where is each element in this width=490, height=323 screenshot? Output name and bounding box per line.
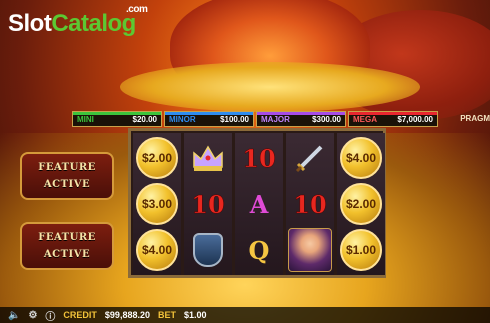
- jackpot-name: MEGA: [353, 114, 377, 124]
- jackpot-major: MAJOR $300.00: [256, 111, 346, 127]
- reel-grid: $2.00 $3.00 $4.00 10 10 A Q 10 $4.00 $2.…: [128, 128, 386, 278]
- ten-symbol: 10: [242, 143, 276, 173]
- reel-1: $2.00 $3.00 $4.00: [133, 133, 181, 275]
- jackpot-value: $7,000.00: [397, 114, 433, 124]
- cell: $1.00: [337, 227, 385, 273]
- cell: [184, 227, 232, 273]
- jackpot-mini: MINI $20.00: [72, 111, 162, 127]
- letter-a-symbol: A: [249, 189, 269, 219]
- reel-2: 10: [184, 133, 232, 275]
- jackpot-name: MINOR: [169, 114, 196, 124]
- jackpot-mega: MEGA $7,000.00: [348, 111, 438, 127]
- credit-label: CREDIT: [63, 310, 97, 320]
- provider-brand: PRAGM: [460, 114, 490, 123]
- feature-label: FEATURE: [38, 232, 96, 243]
- cell: 10: [184, 181, 232, 227]
- gold-pile: [120, 62, 420, 112]
- jackpot-value: $300.00: [312, 114, 341, 124]
- cash-coin-symbol: $1.00: [340, 229, 382, 271]
- cell: $2.00: [337, 181, 385, 227]
- ten-symbol: 10: [293, 189, 327, 219]
- bet-value: $1.00: [183, 310, 207, 320]
- feature-active-panel-1: FEATURE ACTIVE: [20, 152, 114, 200]
- sound-icon[interactable]: 🔈: [8, 310, 20, 321]
- bet-label: BET: [157, 310, 176, 320]
- cell: $3.00: [133, 181, 181, 227]
- letter-q-symbol: Q: [248, 235, 270, 265]
- cash-coin-symbol: $2.00: [340, 183, 382, 225]
- info-icon[interactable]: ⓘ: [45, 308, 55, 323]
- cell: 10: [235, 135, 283, 181]
- bottom-bar: 🔈 ⚙ ⓘ CREDIT $99,888.20 BET $1.00: [0, 307, 490, 323]
- jackpot-value: $100.00: [220, 114, 249, 124]
- cash-coin-symbol: $4.00: [340, 137, 382, 179]
- cell: 10: [286, 181, 334, 227]
- logo-part1: Slot: [8, 10, 52, 37]
- cash-coin-symbol: $4.00: [136, 229, 178, 271]
- feature-label: FEATURE: [38, 162, 96, 173]
- jackpot-name: MAJOR: [261, 114, 290, 124]
- cell: Q: [235, 227, 283, 273]
- logo-suffix: .com: [126, 4, 148, 15]
- credit-value: $99,888.20: [104, 310, 150, 320]
- princess-icon: [288, 228, 332, 272]
- logo-part2: Catalog: [51, 10, 136, 37]
- cell: $4.00: [133, 227, 181, 273]
- watermark-logo: SlotCatalog .com: [8, 4, 148, 38]
- cell: [286, 135, 334, 181]
- cell: A: [235, 181, 283, 227]
- reel-3: 10 A Q: [235, 133, 283, 275]
- cell: $2.00: [133, 135, 181, 181]
- reel-5: $4.00 $2.00 $1.00: [337, 133, 385, 275]
- jackpot-name: MINI: [77, 114, 94, 124]
- jackpot-minor: MINOR $100.00: [164, 111, 254, 127]
- jackpot-value: $20.00: [132, 114, 157, 124]
- feature-active-panel-2: FEATURE ACTIVE: [20, 222, 114, 270]
- cell: $4.00: [337, 135, 385, 181]
- cell: [184, 135, 232, 181]
- sword-icon: [295, 145, 323, 173]
- shield-icon: [193, 233, 223, 267]
- crown-icon: [193, 145, 223, 171]
- cell: [286, 227, 334, 273]
- reel-4: 10: [286, 133, 334, 275]
- active-label: ACTIVE: [43, 179, 91, 190]
- gear-icon[interactable]: ⚙: [28, 310, 37, 321]
- active-label: ACTIVE: [43, 249, 91, 260]
- jackpot-bar: MINI $20.00 MINOR $100.00 MAJOR $300.00 …: [72, 111, 438, 129]
- ten-symbol: 10: [191, 189, 225, 219]
- cash-coin-symbol: $2.00: [136, 137, 178, 179]
- cash-coin-symbol: $3.00: [136, 183, 178, 225]
